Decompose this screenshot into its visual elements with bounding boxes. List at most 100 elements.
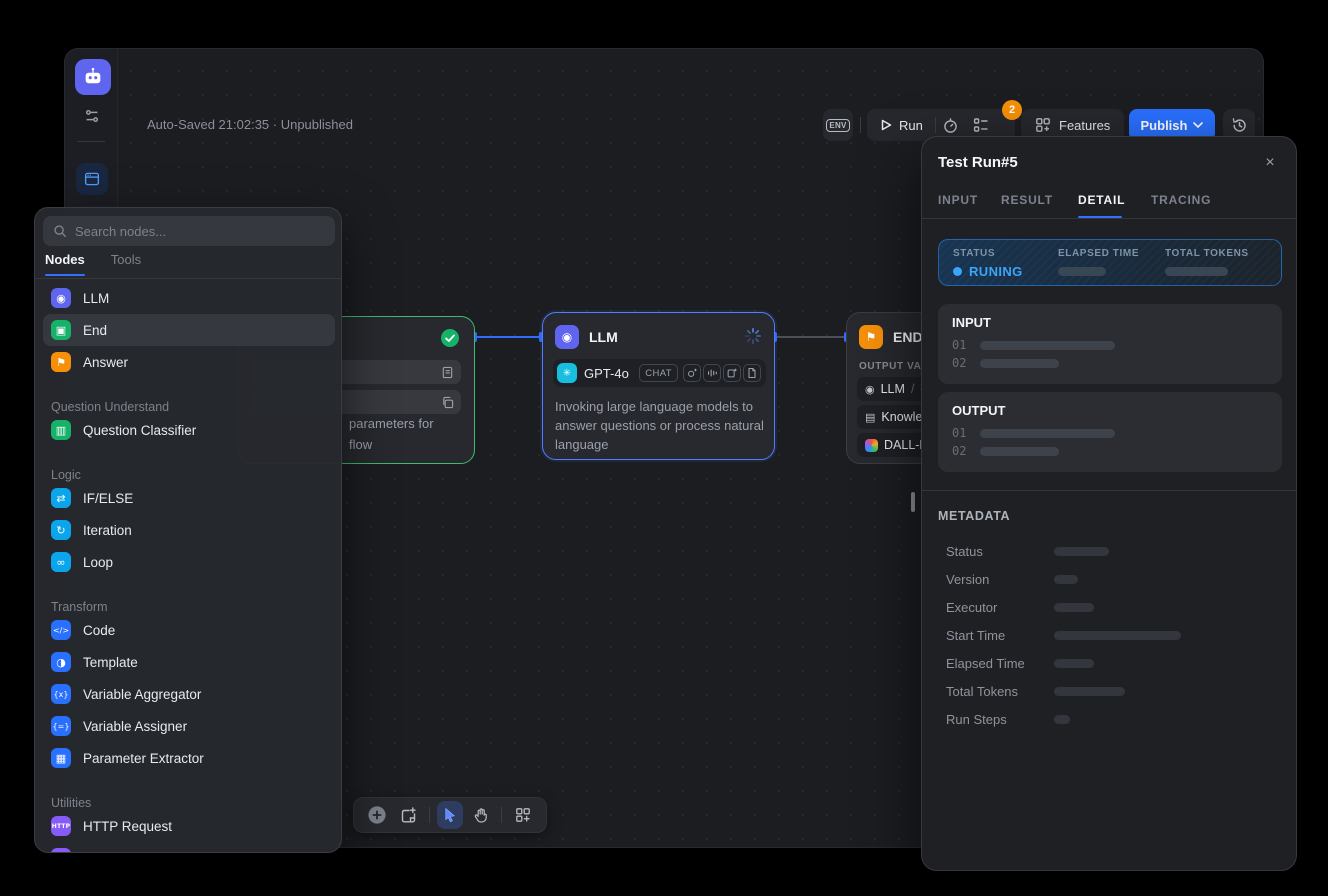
workflow-settings-button[interactable] — [81, 105, 103, 127]
close-icon: × — [1265, 154, 1274, 172]
node-item-parameter-extractor[interactable]: ▦ Parameter Extractor — [43, 742, 335, 774]
llm-node-title: LLM — [589, 329, 618, 345]
end-node-icon: ⚑ — [859, 325, 883, 349]
checklist-icon — [973, 117, 989, 133]
llm-node[interactable]: ◉ LLM ✳ GPT-4o CHAT — [542, 312, 775, 460]
run-button[interactable]: Run — [867, 118, 935, 133]
node-item-list-operator[interactable]: ▽ List Operator — [43, 842, 335, 853]
iteration-icon: ↻ — [51, 520, 71, 540]
openai-model-icon: ✳ — [557, 363, 577, 383]
section-divider — [922, 490, 1296, 491]
start-node-description: parameters for flow — [349, 413, 434, 455]
vision-badge-icon — [683, 364, 701, 382]
node-item-label: Loop — [83, 555, 113, 570]
answer-icon: ⚑ — [51, 352, 71, 372]
features-button-label: Features — [1059, 118, 1110, 133]
node-item-label: List Operator — [83, 851, 161, 854]
node-item-iteration[interactable]: ↻ Iteration — [43, 514, 335, 546]
sliders-icon — [83, 107, 101, 125]
output-card-title: OUTPUT — [952, 403, 1005, 418]
copy-icon — [441, 396, 454, 409]
doc-add-badge-icon — [723, 364, 741, 382]
skeleton-bar — [1058, 267, 1106, 276]
window-icon — [83, 170, 101, 188]
section-transform: Transform — [43, 592, 335, 614]
status-card: STATUS RUNING ELAPSED TIME TOTAL TOKENS — [938, 239, 1282, 286]
http-request-icon: HTTP — [51, 816, 71, 836]
question-classifier-icon: ▥ — [51, 420, 71, 440]
organize-nodes-button[interactable] — [509, 801, 536, 829]
node-item-variable-assigner[interactable]: {=} Variable Assigner — [43, 710, 335, 742]
node-search-input[interactable]: Search nodes... — [43, 216, 335, 246]
list-operator-icon: ▽ — [51, 848, 71, 853]
node-item-label: Question Classifier — [83, 423, 196, 438]
section-question-understand: Question Understand — [43, 392, 335, 414]
node-item-template[interactable]: ◑ Template — [43, 646, 335, 678]
meta-row-run-steps: Run Steps — [946, 711, 1276, 731]
close-button[interactable]: × — [1258, 151, 1282, 175]
document-icon — [441, 366, 454, 379]
node-item-label: Parameter Extractor — [83, 751, 204, 766]
preview-panel-button[interactable] — [76, 163, 108, 195]
test-run-panel: Test Run#5 × INPUT RESULT DETAIL TRACING… — [921, 136, 1297, 871]
meta-row-status: Status — [946, 543, 1276, 563]
skeleton-bar — [1054, 687, 1125, 696]
node-item-label: Variable Aggregator — [83, 687, 201, 702]
cursor-icon — [442, 807, 457, 823]
file-badge-icon — [743, 364, 761, 382]
node-item-code[interactable]: </> Code — [43, 614, 335, 646]
audio-badge-icon — [703, 364, 721, 382]
checklist-button[interactable] — [966, 117, 996, 133]
add-node-button[interactable] — [364, 801, 391, 829]
skeleton-bar — [980, 341, 1115, 350]
loading-spinner-icon — [744, 327, 762, 345]
chevron-down-icon — [1193, 122, 1203, 128]
var-separator: / — [911, 382, 914, 396]
variable-aggregator-icon: {x} — [51, 684, 71, 704]
line-number: 02 — [952, 444, 966, 458]
hand-mode-button[interactable] — [467, 801, 494, 829]
node-item-label: Code — [83, 623, 115, 638]
panel-resize-handle[interactable] — [911, 492, 915, 512]
env-icon: ENV — [826, 119, 849, 132]
screen: Auto-Saved 21:02:35 · Unpublished ENV Ru… — [0, 0, 1328, 896]
tab-tools[interactable]: Tools — [111, 252, 141, 276]
tab-nodes[interactable]: Nodes — [45, 252, 85, 276]
node-item-llm[interactable]: ◉ LLM — [43, 282, 335, 314]
node-item-http-request[interactable]: HTTP HTTP Request — [43, 810, 335, 842]
node-item-if-else[interactable]: ⇄ IF/ELSE — [43, 482, 335, 514]
end-icon: ▣ — [51, 320, 71, 340]
input-card: INPUT 01 02 — [938, 304, 1282, 384]
node-item-question-classifier[interactable]: ▥ Question Classifier — [43, 414, 335, 446]
skeleton-bar — [980, 429, 1115, 438]
code-icon: </> — [51, 620, 71, 640]
skeleton-bar — [1165, 267, 1228, 276]
skeleton-bar — [1054, 659, 1094, 668]
end-node-title: END — [893, 329, 923, 345]
node-item-loop[interactable]: ∞ Loop — [43, 546, 335, 578]
node-item-end[interactable]: ▣ End — [43, 314, 335, 346]
node-panel-tabs: Nodes Tools — [45, 252, 141, 276]
edge-llm-end — [775, 336, 846, 338]
env-button[interactable]: ENV — [823, 109, 853, 141]
llm-node-description: Invoking large language models to answer… — [555, 397, 767, 454]
add-note-button[interactable] — [395, 801, 422, 829]
toolbar-divider — [429, 807, 430, 823]
model-selector[interactable]: ✳ GPT-4o CHAT — [553, 359, 766, 387]
node-picker-panel: Search nodes... Nodes Tools ◉ LLM ▣ End … — [34, 207, 342, 853]
app-logo[interactable] — [75, 59, 111, 95]
status-label: STATUS — [953, 248, 995, 259]
meta-row-executor: Executor — [946, 599, 1276, 619]
node-list: ◉ LLM ▣ End ⚑ Answer Question Understand… — [43, 282, 335, 853]
pointer-mode-button[interactable] — [437, 801, 464, 829]
node-item-variable-aggregator[interactable]: {x} Variable Aggregator — [43, 678, 335, 710]
model-name: GPT-4o — [584, 366, 639, 381]
topbar-divider — [860, 117, 861, 133]
history-icon — [1231, 117, 1248, 134]
test-run-history-button[interactable] — [936, 117, 966, 134]
run-button-label: Run — [899, 118, 923, 133]
llm-var-icon: ◉ — [865, 383, 875, 396]
node-item-answer[interactable]: ⚑ Answer — [43, 346, 335, 378]
elapsed-time-label: ELAPSED TIME — [1058, 248, 1139, 259]
total-tokens-label: TOTAL TOKENS — [1165, 248, 1249, 259]
